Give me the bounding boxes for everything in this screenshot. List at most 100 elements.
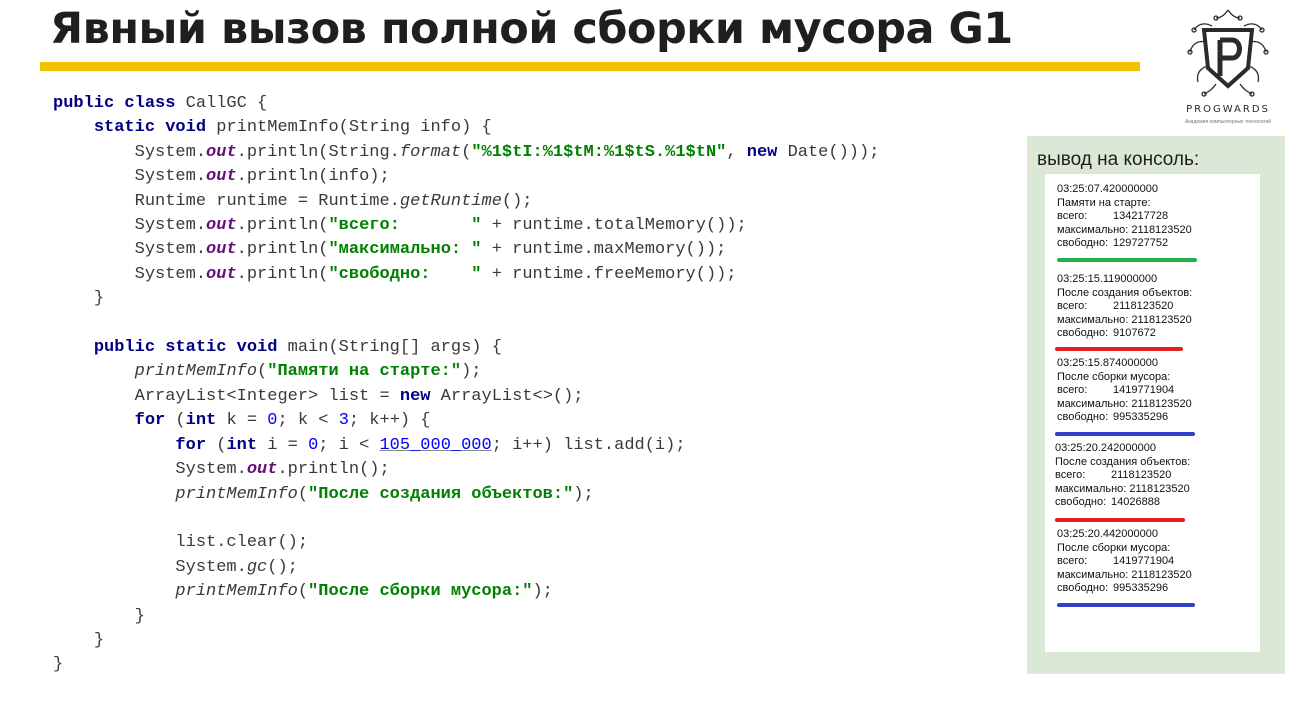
code-method: gc xyxy=(246,557,268,577)
code-text: printMemInfo(String info) { xyxy=(206,118,492,138)
total-value: 134217728 xyxy=(1113,210,1169,222)
code-text: System. xyxy=(134,264,207,284)
free-value: 995335296 xyxy=(1113,582,1169,594)
blue-separator xyxy=(1055,432,1195,436)
code-field: out xyxy=(206,264,237,284)
code-text: (); xyxy=(501,191,533,211)
code-text: System. xyxy=(175,557,247,577)
code-keyword: int xyxy=(226,435,258,455)
console-block: 03:25:20.242000000 После создания объект… xyxy=(1055,442,1190,510)
code-text: ); xyxy=(573,484,594,504)
code-text: Date())); xyxy=(777,142,880,162)
code-text: ArrayList<Integer> list = xyxy=(134,386,400,406)
total-label: всего: xyxy=(1057,210,1088,222)
max-label: максимально: xyxy=(1055,482,1127,495)
code-text: ( xyxy=(461,142,472,162)
code-method: getRuntime xyxy=(399,191,502,211)
code-text: System. xyxy=(175,460,247,480)
code-string: "максимально: " xyxy=(328,240,482,260)
max-label: максимально: xyxy=(1057,568,1129,581)
free-label: свободно: xyxy=(1057,582,1109,594)
logo-subtitle: Академия компьютерных технологий xyxy=(1185,119,1271,125)
console-time: 03:25:20.242000000 xyxy=(1055,442,1156,454)
code-text: CallGC { xyxy=(175,94,268,113)
code-text: + runtime.maxMemory()); xyxy=(481,240,727,260)
code-text: ( xyxy=(206,435,227,455)
code-field: out xyxy=(206,142,237,162)
console-output: 03:25:07.420000000 Памяти на старте: все… xyxy=(1045,174,1260,652)
red-separator xyxy=(1055,347,1183,351)
code-method: format xyxy=(399,142,462,162)
code-text: System. xyxy=(134,142,207,162)
code-text: .println(String. xyxy=(236,142,400,162)
code-string: "После создания объектов:" xyxy=(308,484,574,504)
code-keyword: new xyxy=(746,142,778,162)
code-number: 0 xyxy=(267,411,278,431)
max-value: 2118123520 xyxy=(1129,482,1190,495)
code-keyword: new xyxy=(399,386,431,406)
free-label: свободно: xyxy=(1057,237,1109,249)
green-separator xyxy=(1057,258,1197,262)
console-header: После сборки мусора: xyxy=(1057,541,1171,554)
code-text: } xyxy=(53,655,64,675)
progwards-logo: PROGWARDS Академия компьютерных технолог… xyxy=(1172,6,1284,126)
code-text: Runtime runtime = Runtime. xyxy=(134,191,400,211)
code-text: ; k++) { xyxy=(348,411,431,431)
total-label: всего: xyxy=(1057,384,1088,396)
total-label: всего: xyxy=(1057,300,1088,312)
blue-separator xyxy=(1057,603,1195,607)
console-header: После создания объектов: xyxy=(1057,286,1193,299)
code-keyword: for xyxy=(134,411,166,431)
console-header: После создания объектов: xyxy=(1055,455,1191,468)
red-separator xyxy=(1055,518,1185,522)
code-text: ( xyxy=(165,411,186,431)
code-text: System. xyxy=(134,240,207,260)
console-block: 03:25:15.119000000 После создания объект… xyxy=(1057,273,1192,341)
code-text: ); xyxy=(532,582,553,602)
code-method: printMemInfo xyxy=(134,362,258,382)
logo-text: PROGWARDS xyxy=(1186,104,1270,115)
code-method: printMemInfo xyxy=(175,484,298,504)
code-string: "%1$tI:%1$tM:%1$tS.%1$tN" xyxy=(471,142,727,162)
code-field: out xyxy=(206,240,237,260)
code-text: , xyxy=(726,142,747,162)
code-text: k = xyxy=(216,411,268,431)
code-text: .println( xyxy=(236,216,329,236)
console-block: 03:25:07.420000000 Памяти на старте: все… xyxy=(1057,183,1192,251)
console-block: 03:25:20.442000000 После сборки мусора: … xyxy=(1057,528,1192,596)
free-label: свободно: xyxy=(1055,496,1107,508)
code-text: main(String[] args) { xyxy=(277,338,502,358)
total-value: 1419771904 xyxy=(1113,555,1175,567)
code-text: } xyxy=(93,289,105,309)
console-time: 03:25:07.420000000 xyxy=(1057,183,1158,195)
max-label: максимально: xyxy=(1057,397,1129,410)
max-label: максимально: xyxy=(1057,223,1129,236)
code-string: "всего: " xyxy=(328,216,482,236)
console-header: Памяти на старте: xyxy=(1057,196,1151,209)
console-block: 03:25:15.874000000 После сборки мусора: … xyxy=(1057,357,1192,425)
console-header: После сборки мусора: xyxy=(1057,370,1171,383)
code-text: } xyxy=(93,630,105,650)
code-field: out xyxy=(206,167,237,187)
code-text: list.clear(); xyxy=(175,533,309,553)
title-underline xyxy=(40,62,1140,71)
free-value: 9107672 xyxy=(1113,327,1156,339)
code-text: } xyxy=(134,606,145,626)
code-text: ( xyxy=(297,484,309,504)
code-string: "После сборки мусора:" xyxy=(308,582,533,602)
code-number: 3 xyxy=(338,411,349,431)
free-value: 995335296 xyxy=(1113,411,1169,423)
code-text: ArrayList<>(); xyxy=(430,386,584,406)
free-label: свободно: xyxy=(1057,327,1109,339)
code-keyword: int xyxy=(185,411,217,431)
total-label: всего: xyxy=(1057,555,1088,567)
max-label: максимально: xyxy=(1057,313,1129,326)
code-text: ( xyxy=(297,582,309,602)
code-keyword: for xyxy=(175,435,207,455)
code-number: 105_000_000 xyxy=(379,435,492,455)
code-text: .println(info); xyxy=(236,167,390,187)
code-text: ( xyxy=(257,362,268,382)
code-text: .println( xyxy=(236,240,329,260)
code-field: out xyxy=(206,216,237,236)
code-text: + runtime.totalMemory()); xyxy=(481,216,747,236)
